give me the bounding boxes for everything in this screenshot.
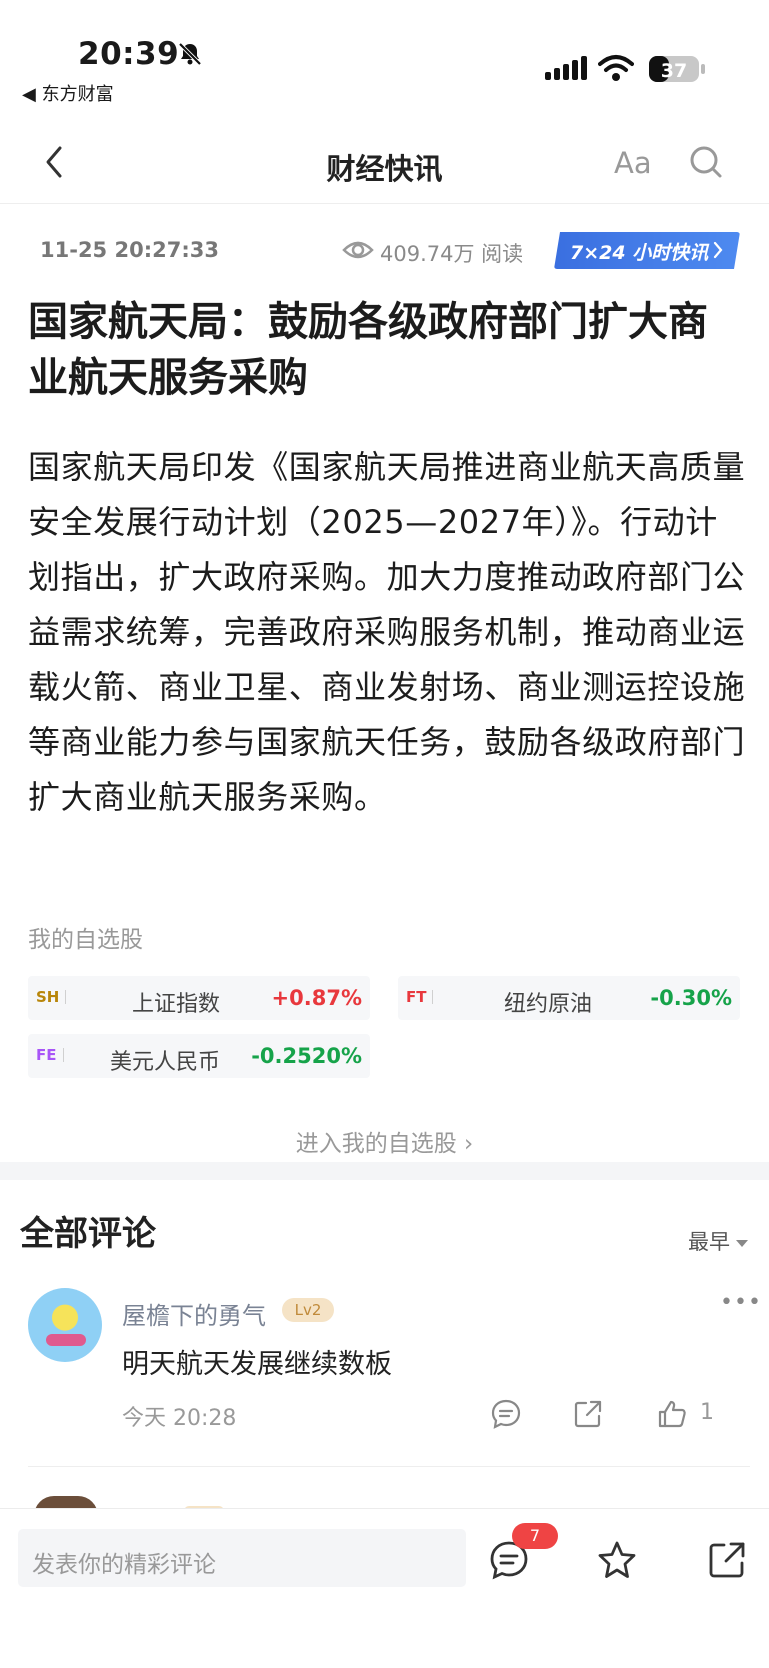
battery-icon: 37 [649,56,705,82]
comments-title: 全部评论 [20,1214,156,1254]
caret-down-icon [736,1239,748,1247]
watchlist-item-ft[interactable]: FT 纽约原油 -0.30% [398,976,740,1020]
share-icon[interactable] [706,1539,748,1581]
read-count: 409.74万 阅读 [380,242,524,266]
cellular-signal-icon [545,56,587,80]
level-badge: Lv2 [282,1298,334,1322]
more-options-icon[interactable]: ••• [720,1290,762,1315]
watchlist-title: 我的自选股 [28,927,143,953]
sort-dropdown[interactable]: 最早 [688,1226,748,1256]
stock-name: 纽约原油 [504,992,593,1017]
sort-label: 最早 [688,1230,730,1254]
back-to-app-link[interactable]: ◀ 东方财富 [22,80,114,106]
bottom-action-bar: 发表你的精彩评论 7 [0,1508,769,1668]
stock-change: -0.2520% [251,1044,362,1068]
comment-text: 明天航天发展继续数板 [122,1349,392,1380]
bell-muted-icon [178,42,202,66]
font-size-button[interactable]: Aa [614,146,652,180]
like-count: 1 [700,1400,714,1425]
comment-divider [28,1466,750,1467]
comment-input[interactable]: 发表你的精彩评论 [18,1529,466,1587]
thumbs-up-icon[interactable] [656,1398,688,1430]
comment-time: 今天 20:28 [122,1406,237,1431]
stock-change: -0.30% [650,986,732,1010]
7x24-news-badge[interactable]: 7×24 小时快讯 [554,232,740,269]
avatar[interactable] [28,1288,102,1362]
market-code: SH [36,988,67,1006]
publish-time: 11-25 20:27:33 [40,238,219,262]
wifi-icon [598,55,634,81]
watchlist-item-fe[interactable]: FE 美元人民币 -0.2520% [28,1034,370,1078]
reply-icon[interactable] [490,1398,522,1430]
share-icon[interactable] [572,1398,604,1430]
status-bar: 20:39 ◀ 东方财富 37 [0,0,769,110]
comment-count-badge: 7 [512,1523,558,1549]
eye-icon [342,241,374,259]
comment-username[interactable]: 屋檐下的勇气 [122,1296,266,1331]
section-divider [0,1162,769,1180]
stock-name: 上证指数 [132,992,221,1017]
status-time: 20:39 [78,36,180,72]
stock-change: +0.87% [271,986,362,1010]
badge-label: 7×24 小时快讯 [570,242,709,264]
market-code: FT [406,988,435,1006]
stock-name: 美元人民币 [110,1050,221,1075]
page-title: 财经快讯 [326,152,443,186]
battery-level: 37 [661,60,687,82]
chevron-right-icon [712,240,724,260]
article-headline: 国家航天局：鼓励各级政府部门扩大商业航天服务采购 [28,299,708,401]
watchlist-item-sh[interactable]: SH 上证指数 +0.87% [28,976,370,1020]
enter-watchlist-link[interactable]: 进入我的自选股 › [0,1124,769,1158]
top-nav-bar: 财经快讯 Aa [0,128,769,204]
market-code: FE [36,1046,63,1064]
search-icon[interactable] [688,144,724,180]
article-body: 国家航天局印发《国家航天局推进商业航天高质量安全发展行动计划（2025—2027… [28,448,746,816]
star-icon[interactable] [596,1539,638,1581]
